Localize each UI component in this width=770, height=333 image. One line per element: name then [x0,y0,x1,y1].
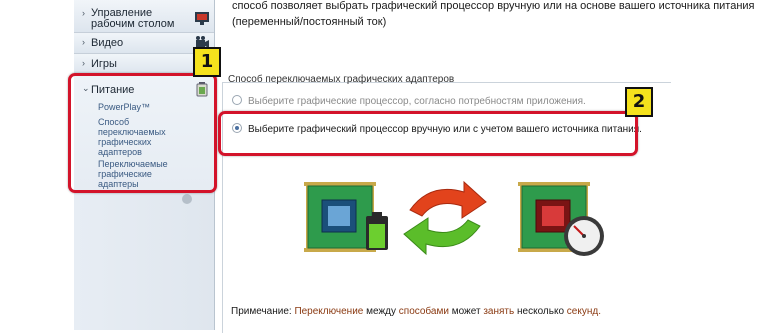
note-part-6: несколько [517,306,567,317]
callout-frame-1 [68,73,217,193]
note-part-1: Переключение [294,306,367,317]
switch-arrows-icon [403,180,487,256]
radio-button[interactable] [232,95,242,106]
scroll-indicator-icon [182,194,192,204]
sidebar-item-label: Видео [91,37,124,49]
description-line-1: способ позволяет выбрать графический про… [232,0,755,12]
note-part-5: занять [483,306,517,317]
sidebar-item-label-line2: рабочим столом [91,18,175,30]
note-text: Примечание: Переключение между способами… [231,306,601,317]
group-title: Способ переключаемых графических адаптер… [228,74,455,85]
chevron-right-icon: › [82,8,85,18]
callout-badge-1: 1 [193,47,221,77]
note-part-3: способами [398,306,452,317]
note-part-4: может [451,306,484,317]
description-line-2: (переменный/постоянный ток) [232,16,387,28]
desktop-icon [195,12,209,25]
chevron-right-icon: › [82,58,85,68]
callout-frame-2 [218,111,638,156]
sidebar-item-desktop-management[interactable]: › Управление рабочим столом [74,0,214,33]
chevron-right-icon: › [82,37,85,47]
gpu-chip-performance-icon [518,182,604,256]
note-part-7: секунд. [566,306,601,317]
page-description: способ позволяет выбрать графический про… [232,0,755,30]
radio-option-application[interactable]: Выберите графические процессор, согласно… [232,95,586,107]
note-prefix: Примечание: [231,306,295,317]
note-part-2: между [366,306,399,317]
sidebar-item-label: Игры [91,58,117,70]
callout-badge-2: 2 [625,87,653,117]
sidebar-item-label: Управление рабочим столом [91,8,174,30]
radio-label: Выберите графические процессор, согласно… [248,96,586,107]
gpu-chip-battery-icon [304,182,388,252]
